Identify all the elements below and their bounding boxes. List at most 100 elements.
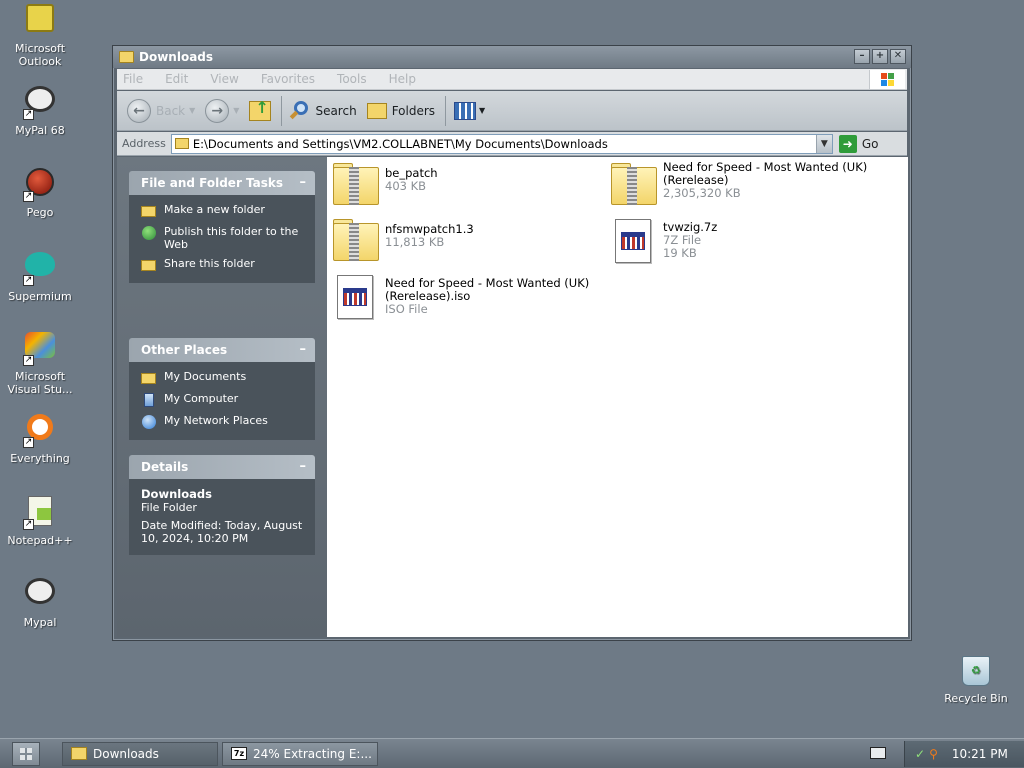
desktop-icon-pego[interactable]: ↗ Pego <box>2 168 78 219</box>
shortcut-arrow-icon: ↗ <box>23 109 34 120</box>
menu-edit[interactable]: Edit <box>165 72 188 86</box>
file-item[interactable]: tvwzig.7z 7Z File 19 KB <box>609 217 869 265</box>
menu-view[interactable]: View <box>210 72 238 86</box>
collapse-icon[interactable]: – <box>300 342 307 357</box>
taskbar-button-extracting[interactable]: 7z 24% Extracting E:... <box>222 741 378 766</box>
address-input[interactable]: E:\Documents and Settings\VM2.COLLABNET\… <box>170 133 833 154</box>
notepadpp-icon: ↗ <box>23 496 57 530</box>
task-label: Make a new folder <box>164 203 265 216</box>
forward-button[interactable]: → ▼ <box>201 95 243 127</box>
taskbar-label: 24% Extracting E:... <box>253 746 372 761</box>
file-name: Need for Speed - Most Wanted (UK) (Rerel… <box>385 276 590 303</box>
folders-button[interactable]: Folders <box>363 95 439 127</box>
other-places-panel: Other Places – My Documents My Computer … <box>129 338 315 440</box>
desktop-icon-label: Microsoft Visual Stu... <box>7 370 73 396</box>
title-bar[interactable]: Downloads – + ✕ <box>113 46 911 68</box>
up-folder-icon: ↑ <box>249 98 272 121</box>
panel-title: Details <box>141 460 189 474</box>
address-bar: Address E:\Documents and Settings\VM2.CO… <box>117 132 907 156</box>
taskbar-button-downloads[interactable]: Downloads <box>62 741 218 766</box>
file-item[interactable]: Need for Speed - Most Wanted (UK) (Rerel… <box>331 273 607 321</box>
task-publish-folder[interactable]: Publish this folder to the Web <box>141 225 305 251</box>
panel-header[interactable]: Details – <box>129 455 315 479</box>
desktop-icon-recycle-bin[interactable]: ♻ Recycle Bin <box>938 656 1014 705</box>
recycle-bin-icon: ♻ <box>962 656 990 686</box>
menu-file[interactable]: File <box>123 72 143 86</box>
desktop-icon-label: Microsoft Outlook <box>14 42 66 68</box>
windows-logo-icon <box>869 70 905 89</box>
back-button[interactable]: ← Back ▼ <box>123 95 199 127</box>
start-button[interactable] <box>12 741 40 766</box>
details-name: Downloads <box>141 487 212 501</box>
back-label: Back <box>156 103 186 118</box>
iso-file-icon <box>331 273 379 321</box>
folder-icon <box>71 747 87 760</box>
pego-icon: ↗ <box>23 168 57 202</box>
shortcut-arrow-icon: ↗ <box>23 191 34 202</box>
panel-header[interactable]: File and Folder Tasks – <box>129 171 315 195</box>
desktop-icon-mypal[interactable]: Mypal <box>2 578 78 629</box>
close-button[interactable]: ✕ <box>890 49 906 64</box>
chevron-down-icon: ▼ <box>479 106 486 115</box>
search-button[interactable]: Search <box>286 95 360 127</box>
clock[interactable]: 10:21 PM <box>952 747 1008 761</box>
keyboard-icon[interactable] <box>870 747 886 759</box>
everything-icon: ↗ <box>23 414 57 448</box>
collapse-icon[interactable]: – <box>300 175 307 190</box>
desktop-icon-everything[interactable]: ↗ Everything <box>2 414 78 465</box>
place-my-computer[interactable]: My Computer <box>141 392 305 408</box>
my-computer-icon <box>141 392 157 408</box>
network-tray-icon[interactable]: ✓ <box>915 747 925 761</box>
desktop-icon-outlook[interactable]: Microsoft Outlook <box>2 4 78 68</box>
toolbar-separator <box>445 95 447 126</box>
place-label: My Network Places <box>164 414 268 427</box>
minimize-button[interactable]: – <box>854 49 870 64</box>
file-item[interactable]: Need for Speed - Most Wanted (UK) (Rerel… <box>609 161 885 209</box>
desktop-icon-visual-studio[interactable]: ↗ Microsoft Visual Stu... <box>2 332 78 396</box>
new-folder-icon <box>141 203 157 219</box>
file-item[interactable]: nfsmwpatch1.3 11,813 KB <box>331 217 591 265</box>
desktop-icon-mypal68[interactable]: ↗ MyPal 68 <box>2 86 78 137</box>
supermium-icon: ↗ <box>23 252 57 286</box>
panel-title: File and Folder Tasks <box>141 176 284 190</box>
place-my-documents[interactable]: My Documents <box>141 370 305 386</box>
up-folder-button[interactable]: ↑ <box>245 95 275 127</box>
desktop-icon-notepadpp[interactable]: ↗ Notepad++ <box>2 496 78 547</box>
task-share-folder[interactable]: Share this folder <box>141 257 305 273</box>
desktop-icon-label: Notepad++ <box>7 534 73 547</box>
details-modified: Date Modified: Today, August 10, 2024, 1… <box>141 519 303 545</box>
network-places-icon <box>141 414 157 430</box>
menu-bar: File Edit View Favorites Tools Help <box>117 69 907 90</box>
search-tray-icon[interactable]: ⚲ <box>929 747 938 761</box>
details-type: File Folder <box>141 501 197 514</box>
menu-help[interactable]: Help <box>389 72 416 86</box>
place-label: My Documents <box>164 370 247 383</box>
zip-folder-icon <box>331 217 379 265</box>
desktop-icon-label: Everything <box>10 452 70 465</box>
go-button[interactable]: ➜ Go <box>838 134 878 153</box>
toolbar-separator <box>281 95 283 126</box>
share-folder-icon <box>141 257 157 273</box>
menu-favorites[interactable]: Favorites <box>261 72 315 86</box>
desktop-icon-supermium[interactable]: ↗ Supermium <box>2 250 78 303</box>
chevron-down-icon: ▼ <box>189 106 196 115</box>
folder-icon <box>174 138 189 149</box>
7z-file-icon <box>609 217 657 265</box>
zip-folder-icon <box>609 161 657 209</box>
panel-header[interactable]: Other Places – <box>129 338 315 362</box>
collapse-icon[interactable]: – <box>300 459 307 474</box>
menu-tools[interactable]: Tools <box>337 72 367 86</box>
views-button[interactable]: ▼ <box>450 95 489 127</box>
file-size: 19 KB <box>663 246 697 260</box>
taskbar: Downloads 7z 24% Extracting E:... ✓ ⚲ 10… <box>0 738 1024 768</box>
file-size: 2,305,320 KB <box>663 186 741 200</box>
task-make-new-folder[interactable]: Make a new folder <box>141 203 305 219</box>
window-title: Downloads <box>139 50 214 64</box>
taskbar-label: Downloads <box>93 746 159 761</box>
address-label: Address <box>122 137 166 150</box>
toolbar: ← Back ▼ → ▼ ↑ Search Folders ▼ <box>117 91 907 131</box>
maximize-button[interactable]: + <box>872 49 888 64</box>
address-dropdown-button[interactable]: ▼ <box>815 134 832 153</box>
place-my-network-places[interactable]: My Network Places <box>141 414 305 430</box>
file-item[interactable]: be_patch 403 KB <box>331 161 591 209</box>
